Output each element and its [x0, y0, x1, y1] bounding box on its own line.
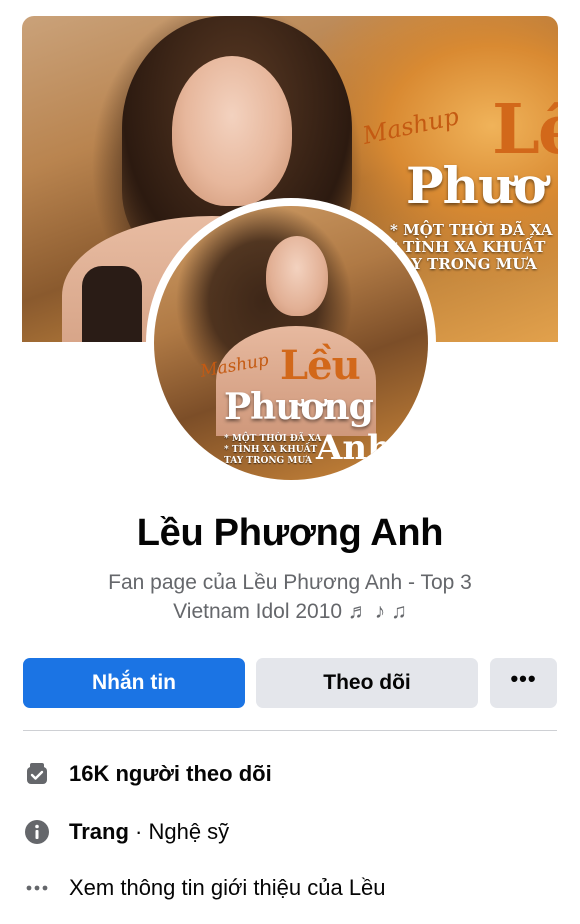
- cover-song: * TÌNH XA KHUẤT: [390, 238, 546, 256]
- page-type-separator: ·: [128, 819, 149, 844]
- page-bio: Fan page của Lều Phương Anh - Top 3 Viet…: [60, 568, 520, 626]
- more-options-button[interactable]: •••: [490, 658, 557, 708]
- info-icon: [23, 818, 51, 846]
- cover-dress: [82, 266, 142, 342]
- cover-song: * MỘT THỜI ĐÃ XA: [390, 221, 553, 239]
- cover-title-line2: Phươ: [406, 156, 547, 215]
- cover-script-text: Mashup: [360, 102, 462, 150]
- message-button[interactable]: Nhắn tin: [23, 658, 245, 708]
- about-row[interactable]: Xem thông tin giới thiệu của Lều: [23, 870, 563, 906]
- page-type-value: Nghệ sỹ: [148, 819, 230, 844]
- page-type-row: Trang · Nghệ sỹ: [23, 814, 563, 850]
- divider: [23, 730, 557, 731]
- avatar-title-line1: Lều: [280, 342, 361, 389]
- page-bio-line: Vietnam Idol 2010 ♬ ♪ ♫: [173, 600, 407, 623]
- page-type-label: Trang: [69, 819, 129, 844]
- page-bio-line: Fan page của Lều Phương Anh - Top 3: [108, 571, 472, 594]
- cover-song-list: * MỘT THỜI ĐÃ XA * TÌNH XA KHUẤT TAY TRO…: [390, 222, 552, 273]
- followers-icon: [23, 760, 51, 788]
- about-link[interactable]: Xem thông tin giới thiệu của Lều: [69, 875, 386, 901]
- follow-button[interactable]: Theo dõi: [256, 658, 478, 708]
- avatar-song-list: * MỘT THỜI ĐÃ XA * TÌNH XA KHUẤT TAY TRO…: [224, 434, 321, 467]
- more-dots-icon: •••: [510, 666, 537, 691]
- cover-face: [172, 56, 292, 206]
- followers-row[interactable]: 16K người theo dõi: [23, 756, 563, 792]
- avatar-title-line2: Phương: [224, 386, 374, 428]
- page-title: Lều Phương Anh: [136, 512, 444, 554]
- profile-avatar[interactable]: Mashup Lều Phương * MỘT THỜI ĐÃ XA * TÌN…: [154, 206, 428, 480]
- followers-count: 16K người theo dõi: [69, 761, 272, 786]
- avatar-title-line3: Anh: [316, 428, 392, 468]
- more-dots-icon: [23, 874, 51, 902]
- avatar-song: * TÌNH XA KHUẤT: [224, 445, 318, 455]
- avatar-face: [266, 236, 328, 316]
- avatar-song: * MỘT THỜI ĐÃ XA: [224, 434, 322, 444]
- avatar-song: TAY TRONG MƯA: [224, 456, 313, 466]
